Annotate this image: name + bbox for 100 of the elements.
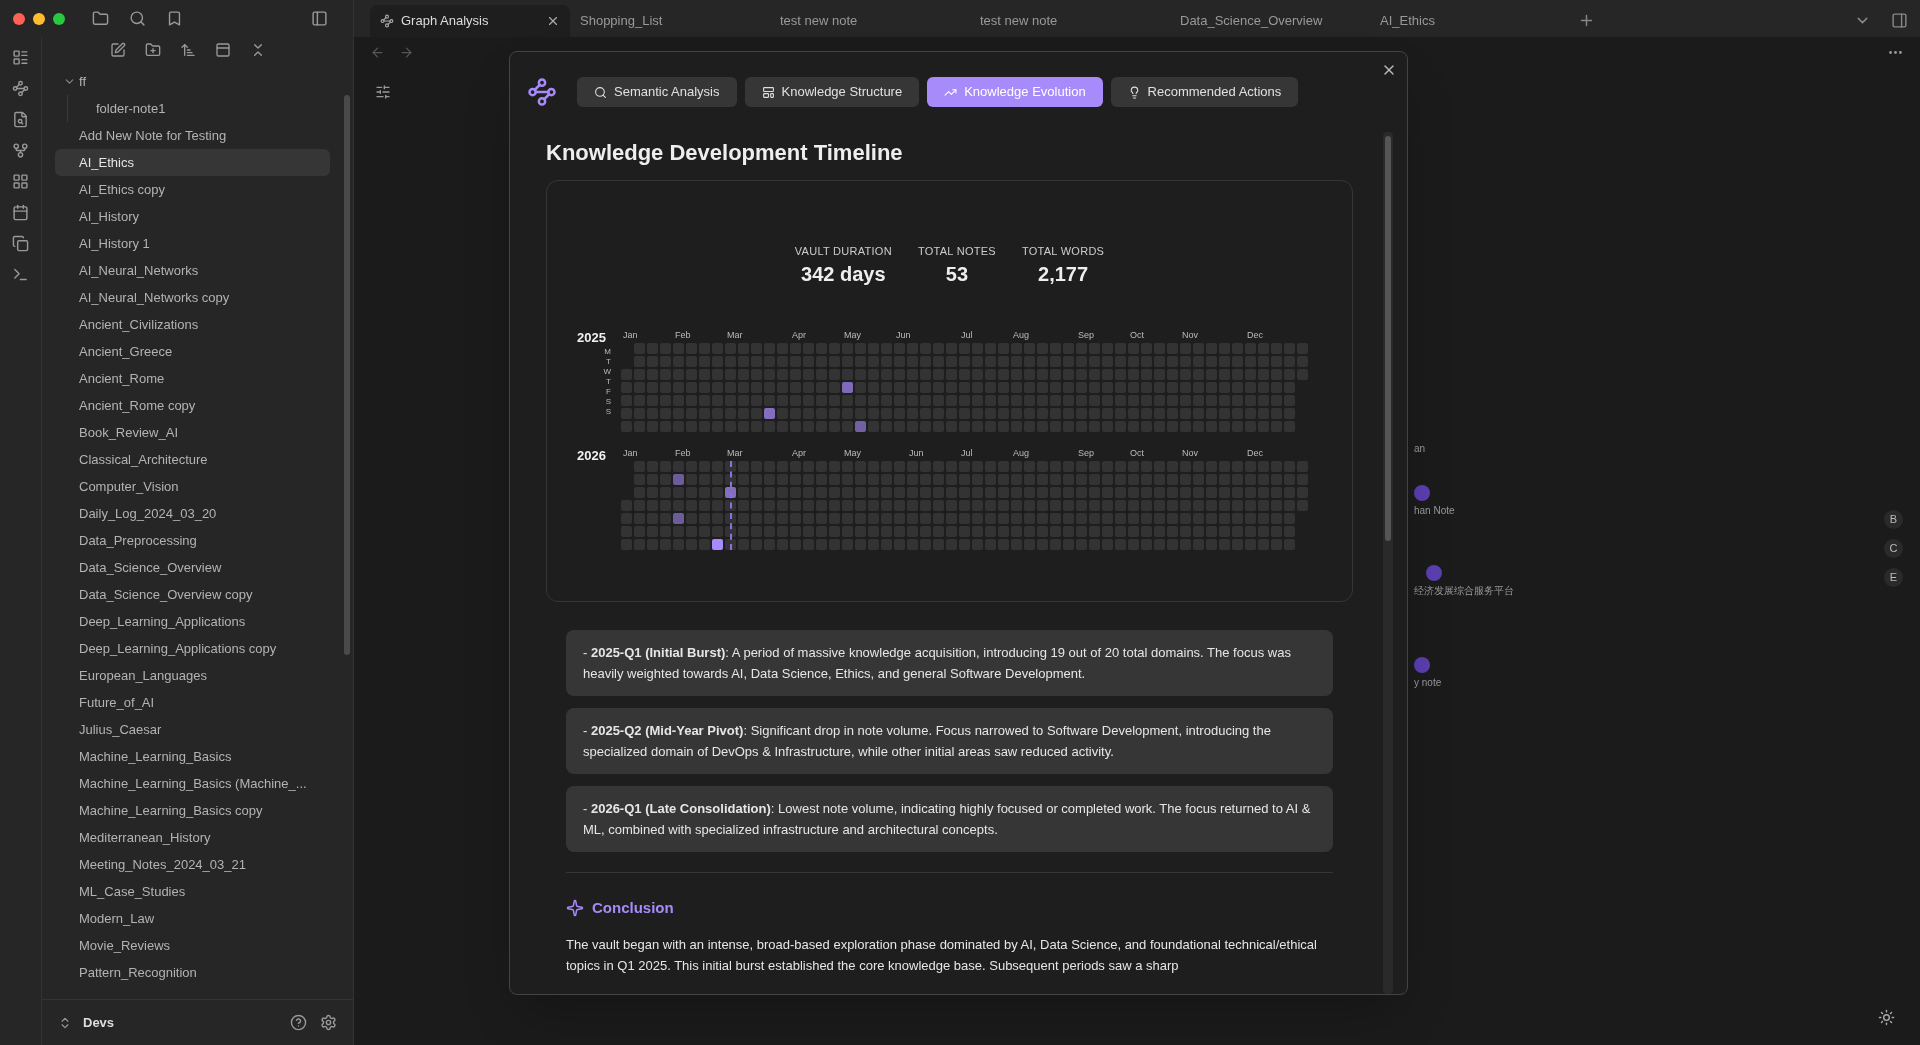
copy-icon[interactable] (12, 235, 29, 252)
editor-tab[interactable]: AI_Ethics (1370, 5, 1570, 37)
analysis-tab[interactable]: Semantic Analysis (577, 77, 737, 107)
file-item[interactable]: Machine_Learning_Basics (55, 743, 330, 770)
new-note-icon[interactable] (109, 42, 126, 58)
file-item[interactable]: Data_Science_Overview (55, 554, 330, 581)
file-item[interactable]: Modern_Law (55, 905, 330, 932)
file-item[interactable]: Ancient_Civilizations (55, 311, 330, 338)
file-item[interactable]: Data_Science_Overview copy (55, 581, 330, 608)
file-item[interactable]: AI_Ethics copy (55, 176, 330, 203)
stat-value: 342 days (801, 261, 886, 287)
file-item[interactable]: Ancient_Rome copy (55, 392, 330, 419)
editor-tab[interactable]: Shopping_List (570, 5, 770, 37)
month-label: May (844, 329, 861, 341)
editor-tab[interactable]: Graph Analysis (370, 5, 570, 37)
file-item[interactable]: Meeting_Notes_2024_03_21 (55, 851, 330, 878)
file-item[interactable]: Deep_Learning_Applications copy (55, 635, 330, 662)
file-item[interactable]: Computer_Vision (55, 473, 330, 500)
file-search-icon[interactable] (12, 111, 29, 128)
help-icon[interactable] (290, 1014, 307, 1031)
month-label: Feb (675, 447, 691, 459)
panel-icon[interactable] (214, 42, 231, 58)
legend-button[interactable]: B (1884, 510, 1903, 529)
file-item[interactable]: Julius_Caesar (55, 716, 330, 743)
scrollbar-thumb[interactable] (344, 95, 350, 655)
scrollbar-thumb[interactable] (1385, 136, 1391, 541)
period-summary: - 2025-Q1 (Initial Burst): A period of massive knowledge acquisition, introducing 19 out of 20 total domains. The focus was heavily weighted towards AI, Data Science, Ethics, and general Software Development. (566, 630, 1333, 696)
right-sidebar-toggle-icon[interactable] (1891, 12, 1908, 29)
new-folder-icon[interactable] (144, 42, 161, 58)
editor-tab[interactable]: test new note (970, 5, 1170, 37)
weekday-label: S (605, 406, 611, 417)
month-label: Jan (623, 447, 638, 459)
file-item[interactable]: Movie_Reviews (55, 932, 330, 959)
file-item[interactable]: AI_History 1 (55, 230, 330, 257)
file-item[interactable]: European_Languages (55, 662, 330, 689)
sort-icon[interactable] (179, 42, 196, 58)
calendar-icon[interactable] (12, 204, 29, 221)
search-icon[interactable] (129, 10, 146, 27)
weekday-label: T (606, 356, 611, 367)
fork-icon[interactable] (12, 142, 29, 159)
sidebar-toggle-icon[interactable] (311, 10, 328, 27)
stat-value: 2,177 (1038, 261, 1089, 287)
legend-button[interactable]: E (1884, 568, 1903, 587)
sparkle-icon (566, 899, 584, 918)
period-summary: - 2025-Q2 (Mid-Year Pivot): Significant drop in note volume. Focus narrowed to Software Development, introducing the specialized domain of DevOps & Infrastructure, while other initial areas saw reduced activity. (566, 708, 1333, 774)
month-label: Sep (1078, 329, 1094, 341)
file-item[interactable]: AI_Neural_Networks (55, 257, 330, 284)
graph-node[interactable] (1414, 485, 1430, 501)
tab-title: AI_Ethics (1380, 12, 1435, 31)
minimize-window-button[interactable] (33, 12, 45, 25)
graph-settings-icon[interactable] (375, 84, 391, 100)
settings-icon[interactable] (320, 1014, 337, 1031)
vault-name[interactable]: Devs (83, 1012, 115, 1033)
graph-node[interactable] (1414, 657, 1430, 673)
new-tab-icon[interactable] (1578, 12, 1595, 29)
month-label: Jul (961, 447, 973, 459)
theme-icon[interactable] (1878, 1009, 1895, 1026)
file-item[interactable]: Mediterranean_History (55, 824, 330, 851)
node-label: an (1414, 442, 1426, 456)
close-window-button[interactable] (13, 12, 25, 25)
file-item[interactable]: Machine_Learning_Basics (Machine_... (55, 770, 330, 797)
file-item[interactable]: Classical_Architecture (55, 446, 330, 473)
graph-node[interactable] (1426, 565, 1442, 581)
file-item[interactable]: Deep_Learning_Applications (55, 608, 330, 635)
month-label: Feb (675, 329, 691, 341)
file-item[interactable]: Book_Review_AI (55, 419, 330, 446)
month-label: Sep (1078, 447, 1094, 459)
grid-icon[interactable] (12, 173, 29, 190)
bookmark-icon[interactable] (166, 10, 183, 27)
list-icon[interactable] (12, 49, 29, 66)
file-item[interactable]: AI_Ethics (55, 149, 330, 176)
analysis-tab[interactable]: Knowledge Structure (744, 77, 920, 107)
file-item[interactable]: AI_Neural_Networks copy (55, 284, 330, 311)
file-item[interactable]: Add New Note for Testing (55, 122, 330, 149)
file-item[interactable]: ML_Case_Studies (55, 878, 330, 905)
legend-button[interactable]: C (1884, 539, 1903, 558)
terminal-icon[interactable] (12, 266, 29, 283)
node-label: han Note (1414, 504, 1455, 518)
weekday-label: M (604, 346, 611, 357)
close-icon[interactable] (546, 14, 560, 28)
maximize-window-button[interactable] (53, 12, 65, 25)
file-item[interactable]: Pattern_Recognition (55, 959, 330, 986)
file-item[interactable]: AI_History (55, 203, 330, 230)
editor-tab[interactable]: test new note (770, 5, 970, 37)
file-item[interactable]: Future_of_AI (55, 689, 330, 716)
folder-item[interactable]: ff (55, 68, 330, 95)
tab-title: Data_Science_Overview (1180, 12, 1323, 31)
analysis-tab[interactable]: Recommended Actions (1110, 77, 1299, 107)
file-item[interactable]: folder-note1 (88, 95, 330, 122)
graph-icon[interactable] (12, 80, 29, 97)
tab-title: Shopping_List (580, 12, 663, 31)
folder-icon[interactable] (92, 10, 109, 27)
file-item[interactable]: Machine_Learning_Basics copy (55, 797, 330, 824)
month-label: Jun (909, 447, 924, 459)
editor-tab[interactable]: Data_Science_Overview (1170, 5, 1370, 37)
file-item[interactable]: Data_Preprocessing (55, 527, 330, 554)
stat-label: VAULT DURATION (794, 244, 892, 259)
file-item[interactable]: Daily_Log_2024_03_20 (55, 500, 330, 527)
file-item[interactable]: Ancient_Greece (55, 338, 330, 365)
file-item[interactable]: Ancient_Rome (55, 365, 330, 392)
